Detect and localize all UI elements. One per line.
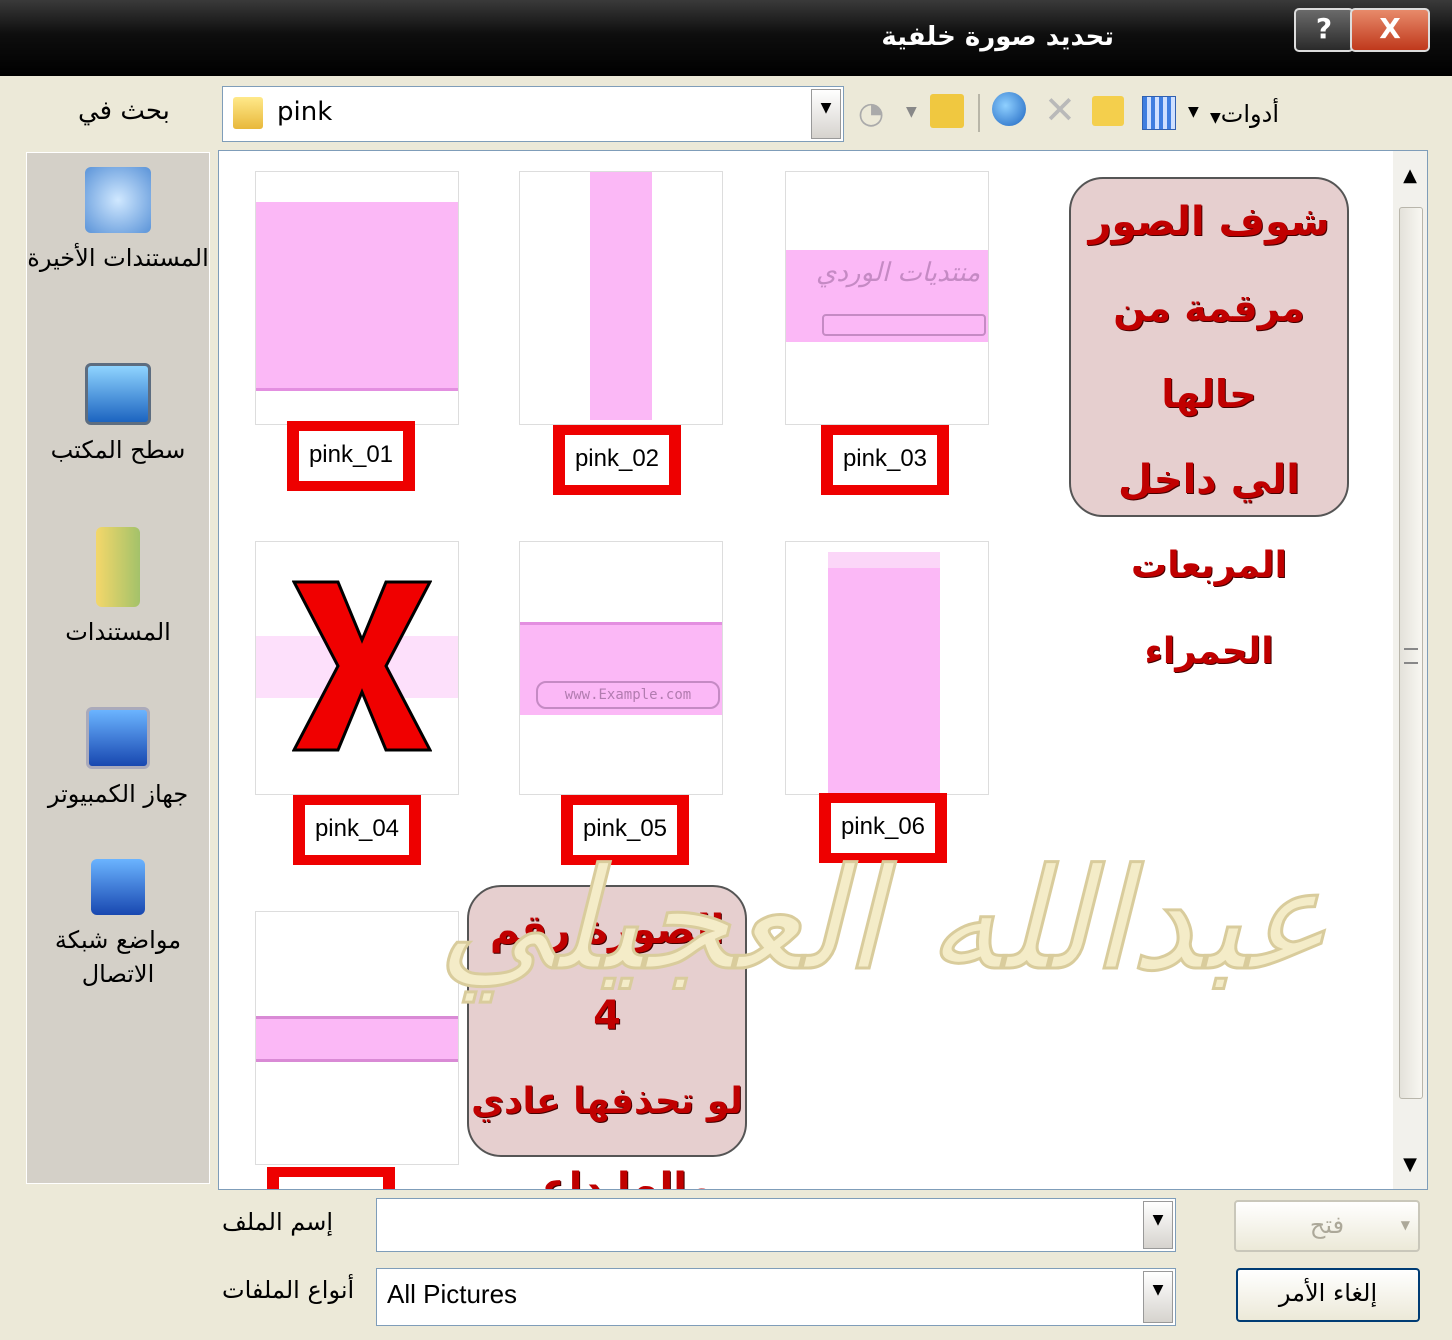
recent-documents-icon [85,167,151,233]
grip-icon [1404,648,1418,664]
thumbnail[interactable] [255,171,459,425]
place-label: المستندات الأخيرة [27,244,209,272]
callout-line: الي داخل [1118,457,1300,503]
tools-menu[interactable]: أدوات▼ [1210,100,1279,128]
filename-label: إسم الملف [222,1208,334,1236]
scroll-thumb[interactable] [1399,207,1423,1099]
documents-folder-icon [96,527,140,607]
callout-line: المربعات الحمراء [1131,545,1287,672]
network-places-icon [91,859,145,915]
place-label: جهاز الكمبيوتر [47,780,189,808]
file-label-box[interactable]: pink_04 [293,795,421,865]
callout-line: لو تحذفها عادي [471,1081,743,1122]
views-dropdown-icon[interactable]: ▼ [1188,104,1199,120]
scroll-down-icon[interactable]: ▼ [1393,1154,1427,1175]
new-folder-icon[interactable] [1092,96,1124,126]
thumbnail[interactable] [785,541,989,798]
filename-dropdown-button[interactable]: ▼ [1143,1201,1173,1249]
file-name: pink_02 [565,435,669,485]
thumbnail-image: منتديات الوردي [786,250,988,342]
file-label-box[interactable]: pink_03 [821,425,949,495]
lookin-label: بحث في [78,96,170,126]
tools-dropdown-icon: ▼ [1210,110,1221,126]
thumbnail-image: www.Example.com [520,622,722,715]
computer-icon [86,707,150,769]
thumbnail-url-pill: www.Example.com [536,681,720,709]
file-label-box[interactable]: pink_01 [287,421,415,491]
open-dropdown-icon: ▼ [1400,1218,1410,1232]
thumbnail-image [256,202,458,391]
places-bar: المستندات الأخيرة سطح المكتب المستندات ج… [26,152,210,1184]
search-web-icon[interactable] [992,92,1026,126]
back-icon[interactable]: ◔ [858,96,884,131]
thumbnail-image [828,552,940,798]
lookin-dropdown-button[interactable]: ▼ [811,89,841,139]
place-label: المستندات [65,618,171,646]
red-x-svg [291,580,433,752]
filetype-value: All Pictures [387,1279,518,1309]
callout-line: مرقمة من حالها [1113,286,1305,416]
thumbnail[interactable]: www.Example.com [519,541,723,795]
vertical-scrollbar[interactable]: ▲ ▼ [1393,151,1427,1189]
file-name: pink_01 [299,431,403,481]
back-dropdown-icon[interactable]: ▼ [906,104,917,120]
title-bar: تحديد صورة خلفية ? X [0,0,1452,76]
watermark-signature: عبدالله العجيلي [436,838,1330,1004]
tools-label: أدوات [1220,100,1279,128]
place-recent[interactable]: المستندات الأخيرة [27,167,209,275]
place-computer[interactable]: جهاز الكمبيوتر [27,707,209,811]
thumbnail[interactable] [255,911,459,1165]
place-network[interactable]: مواضع شبكة الاتصال [27,859,209,991]
toolbar-separator [978,94,980,132]
up-folder-icon[interactable] [930,94,964,128]
cancel-button[interactable]: إلغاء الأمر [1236,1268,1420,1322]
thumbnail-image [590,172,652,420]
filename-input[interactable]: ▼ [376,1198,1176,1252]
file-dialog-window: تحديد صورة خلفية ? X بحث في pink ▼ ◔ ▼ ✕… [0,0,1452,1340]
filetype-label: أنواع الملفات [222,1276,355,1304]
callout-note-top: شوف الصور مرقمة من حالها الي داخل المربع… [1069,177,1349,672]
cancel-label: إلغاء الأمر [1278,1279,1378,1307]
folder-icon [233,97,263,129]
file-name [279,1177,383,1189]
thumbnail[interactable]: منتديات الوردي [785,171,989,425]
file-name: pink_03 [833,435,937,485]
callout-line: مالها داعي [500,1165,714,1190]
lookin-combo[interactable]: pink ▼ [222,86,844,142]
scroll-up-icon[interactable]: ▲ [1393,165,1427,186]
close-button[interactable]: X [1350,8,1430,52]
file-list-view[interactable]: pink_01 pink_02 منتديات الوردي pink_03 p… [218,150,1428,1190]
filetype-dropdown-button[interactable]: ▼ [1143,1271,1173,1323]
thumbnail-banner-text: منتديات الوردي [816,258,981,288]
open-button[interactable]: فتح ▼ [1234,1200,1420,1252]
filetype-select[interactable]: All Pictures ▼ [376,1268,1176,1326]
callout-line: شوف الصور [1088,199,1330,245]
window-title: تحديد صورة خلفية [881,22,1114,52]
views-icon[interactable] [1142,96,1176,130]
open-label: فتح [1309,1211,1345,1239]
thumbnail-image [256,1016,458,1062]
thumbnail[interactable] [255,541,459,795]
file-label-box[interactable] [267,1167,395,1189]
thumbnail[interactable] [519,171,723,425]
help-button[interactable]: ? [1294,8,1354,52]
place-documents[interactable]: المستندات [27,527,209,649]
thumbnail-nav-buttons [822,314,986,336]
place-label: سطح المكتب [50,436,186,464]
lookin-value: pink [277,97,333,127]
place-desktop[interactable]: سطح المكتب [27,363,209,467]
red-x-mark-icon [291,580,433,752]
place-label: مواضع شبكة الاتصال [54,926,182,988]
desktop-icon [85,363,151,425]
delete-icon[interactable]: ✕ [1044,88,1076,132]
file-name: pink_04 [305,805,409,855]
file-label-box[interactable]: pink_02 [553,425,681,495]
